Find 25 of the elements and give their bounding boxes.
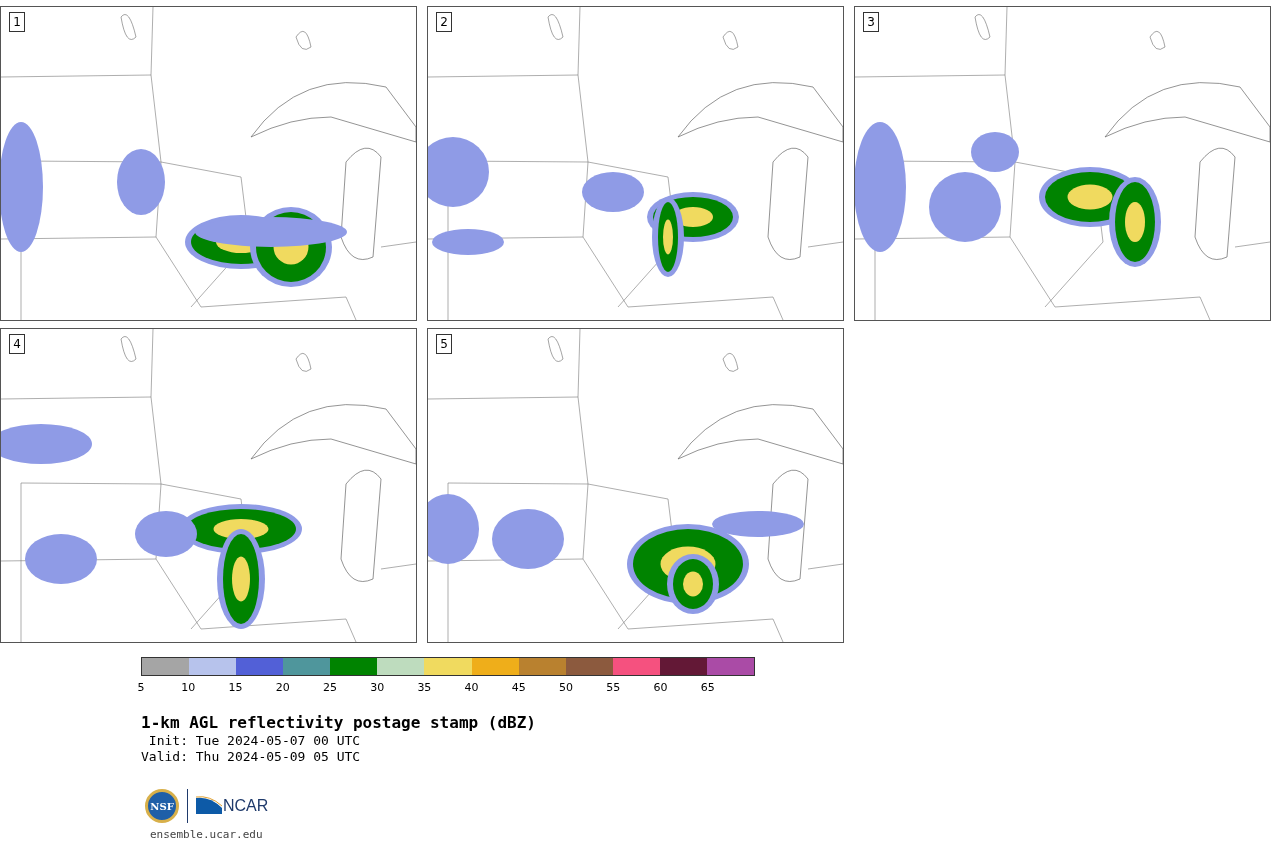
tick-label: 10 (181, 681, 196, 694)
tick-label: 20 (275, 681, 290, 694)
panel-number: 4 (9, 334, 25, 354)
panel-number: 5 (436, 334, 452, 354)
tick-label: 5 (137, 681, 145, 694)
panel-number: 2 (436, 12, 452, 32)
tick-label: 15 (228, 681, 243, 694)
tick-label: 50 (559, 681, 574, 694)
tick-label: 25 (322, 681, 337, 694)
chart-title: 1-km AGL reflectivity postage stamp (dBZ) (141, 713, 537, 733)
tick-label: 35 (417, 681, 432, 694)
tick-label: 55 (606, 681, 621, 694)
panel-number: 3 (863, 12, 879, 32)
site-url: ensemble.ucar.edu (150, 827, 264, 843)
tick-label: 45 (511, 681, 526, 694)
panel-number: 1 (9, 12, 25, 32)
swoosh-icon (196, 796, 222, 816)
ncar-logo: NCAR (196, 796, 269, 816)
init-time: Init: Tue 2024-05-07 00 UTC (147, 733, 362, 749)
tick-label: 40 (464, 681, 479, 694)
valid-time: Valid: Thu 2024-05-09 05 UTC (141, 749, 362, 765)
tick-label: 60 (653, 681, 668, 694)
nsf-logo: NSF (145, 789, 179, 823)
tick-label: 65 (700, 681, 715, 694)
tick-label: 30 (370, 681, 385, 694)
